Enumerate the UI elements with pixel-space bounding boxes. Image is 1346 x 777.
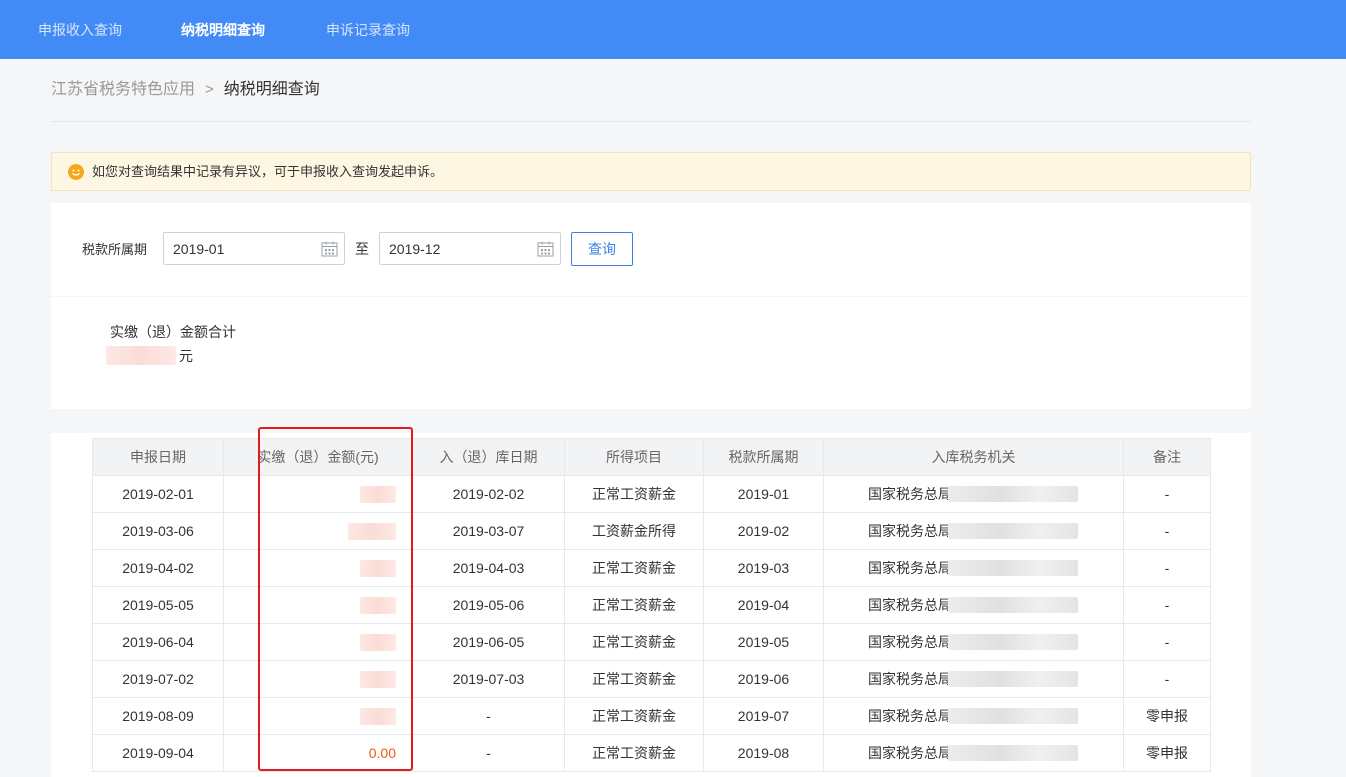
cell-income-item: 工资薪金所得	[564, 512, 704, 550]
total-amount-label: 实缴（退）金额合计	[110, 324, 236, 340]
cell-store-date: 2019-07-03	[412, 660, 565, 698]
tab-income-query[interactable]: 申报收入查询	[38, 21, 122, 39]
cell-tax-office: 国家税务总局	[823, 697, 1124, 735]
cell-store-date: -	[412, 734, 565, 772]
cell-declare-date: 2019-04-02	[92, 549, 224, 587]
breadcrumb-root[interactable]: 江苏省税务特色应用	[51, 81, 195, 98]
cell-store-date: -	[412, 697, 565, 735]
cell-tax-period: 2019-04	[703, 586, 824, 624]
tax-office-name: 国家税务总局	[868, 597, 952, 613]
col-header-income-item: 所得项目	[564, 438, 704, 476]
cell-tax-office: 国家税务总局	[823, 660, 1124, 698]
cell-income-item: 正常工资薪金	[564, 623, 704, 661]
cell-declare-date: 2019-02-01	[92, 475, 224, 513]
cell-income-item: 正常工资薪金	[564, 734, 704, 772]
top-nav-bar: 申报收入查询 纳税明细查询 申诉记录查询	[0, 0, 1346, 59]
cell-note: -	[1123, 623, 1211, 661]
query-button[interactable]: 查询	[571, 232, 633, 266]
end-period-value: 2019-12	[389, 241, 441, 257]
calendar-icon[interactable]	[537, 241, 554, 257]
notice-banner: 如您对查询结果中记录有异议，可于申报收入查询发起申诉。	[51, 152, 1251, 191]
cell-income-item: 正常工资薪金	[564, 586, 704, 624]
tax-office-name: 国家税务总局	[868, 708, 952, 724]
cell-store-date: 2019-02-02	[412, 475, 565, 513]
cell-note: -	[1123, 586, 1211, 624]
tax-office-name: 国家税务总局	[868, 486, 952, 502]
start-period-input[interactable]: 2019-01	[163, 232, 345, 265]
redacted-tax-office	[948, 597, 1078, 613]
divider	[51, 121, 1251, 122]
redacted-total-amount	[106, 346, 176, 365]
cell-note: 零申报	[1123, 734, 1211, 772]
start-period-value: 2019-01	[173, 241, 225, 257]
cell-declare-date: 2019-09-04	[92, 734, 224, 772]
cell-declare-date: 2019-05-05	[92, 586, 224, 624]
cell-tax-period: 2019-01	[703, 475, 824, 513]
cell-note: -	[1123, 475, 1211, 513]
cell-store-date: 2019-06-05	[412, 623, 565, 661]
tax-office-name: 国家税务总局	[868, 523, 952, 539]
redacted-tax-office	[948, 560, 1078, 576]
cell-tax-office: 国家税务总局	[823, 475, 1124, 513]
to-label: 至	[355, 241, 369, 257]
cell-store-date: 2019-03-07	[412, 512, 565, 550]
tax-office-name: 国家税务总局	[868, 634, 952, 650]
cell-tax-office: 国家税务总局	[823, 623, 1124, 661]
redacted-tax-office	[948, 745, 1078, 761]
col-header-note: 备注	[1123, 438, 1211, 476]
amount-column-highlight-box	[258, 427, 413, 771]
redacted-tax-office	[948, 523, 1078, 539]
col-header-tax-office: 入库税务机关	[823, 438, 1124, 476]
end-period-input[interactable]: 2019-12	[379, 232, 561, 265]
redacted-tax-office	[948, 671, 1078, 687]
cell-tax-office: 国家税务总局	[823, 734, 1124, 772]
cell-tax-period: 2019-07	[703, 697, 824, 735]
tax-office-name: 国家税务总局	[868, 745, 952, 761]
cell-declare-date: 2019-03-06	[92, 512, 224, 550]
col-header-declare-date: 申报日期	[92, 438, 224, 476]
breadcrumb-separator-icon: >	[205, 81, 214, 98]
cell-tax-period: 2019-05	[703, 623, 824, 661]
cell-tax-office: 国家税务总局	[823, 586, 1124, 624]
cell-tax-period: 2019-08	[703, 734, 824, 772]
tax-office-name: 国家税务总局	[868, 671, 952, 687]
cell-income-item: 正常工资薪金	[564, 697, 704, 735]
cell-declare-date: 2019-06-04	[92, 623, 224, 661]
cell-declare-date: 2019-08-09	[92, 697, 224, 735]
cell-tax-period: 2019-06	[703, 660, 824, 698]
cell-note: -	[1123, 512, 1211, 550]
tax-period-label: 税款所属期	[82, 242, 148, 257]
tab-tax-detail-query[interactable]: 纳税明细查询	[181, 21, 265, 39]
redacted-tax-office	[948, 486, 1078, 502]
breadcrumb-current: 纳税明细查询	[223, 81, 320, 98]
cell-income-item: 正常工资薪金	[564, 549, 704, 587]
cell-income-item: 正常工资薪金	[564, 660, 704, 698]
cell-tax-office: 国家税务总局	[823, 549, 1124, 587]
tax-office-name: 国家税务总局	[868, 560, 952, 576]
breadcrumb: 江苏省税务特色应用 > 纳税明细查询	[51, 79, 320, 101]
cell-note: 零申报	[1123, 697, 1211, 735]
cell-note: -	[1123, 549, 1211, 587]
col-header-store-date: 入（退）库日期	[412, 438, 565, 476]
redacted-tax-office	[948, 708, 1078, 724]
notice-text: 如您对查询结果中记录有异议，可于申报收入查询发起申诉。	[92, 164, 444, 179]
cell-declare-date: 2019-07-02	[92, 660, 224, 698]
col-header-tax-period: 税款所属期	[703, 438, 824, 476]
redacted-tax-office	[948, 634, 1078, 650]
smile-icon	[68, 164, 84, 180]
calendar-icon[interactable]	[321, 241, 338, 257]
total-amount-unit: 元	[179, 348, 193, 364]
cell-tax-period: 2019-02	[703, 512, 824, 550]
cell-store-date: 2019-05-06	[412, 586, 565, 624]
tab-appeal-query[interactable]: 申诉记录查询	[326, 21, 410, 39]
summary-panel: 实缴（退）金额合计 元	[51, 297, 1251, 409]
cell-income-item: 正常工资薪金	[564, 475, 704, 513]
cell-note: -	[1123, 660, 1211, 698]
filter-panel: 税款所属期 2019-01 至 2019-12 查询	[51, 203, 1251, 296]
cell-tax-office: 国家税务总局	[823, 512, 1124, 550]
cell-tax-period: 2019-03	[703, 549, 824, 587]
tax-detail-table-panel: 申报日期 实缴（退）金额(元) 入（退）库日期 所得项目 税款所属期 入库税务机…	[51, 433, 1251, 777]
cell-store-date: 2019-04-03	[412, 549, 565, 587]
